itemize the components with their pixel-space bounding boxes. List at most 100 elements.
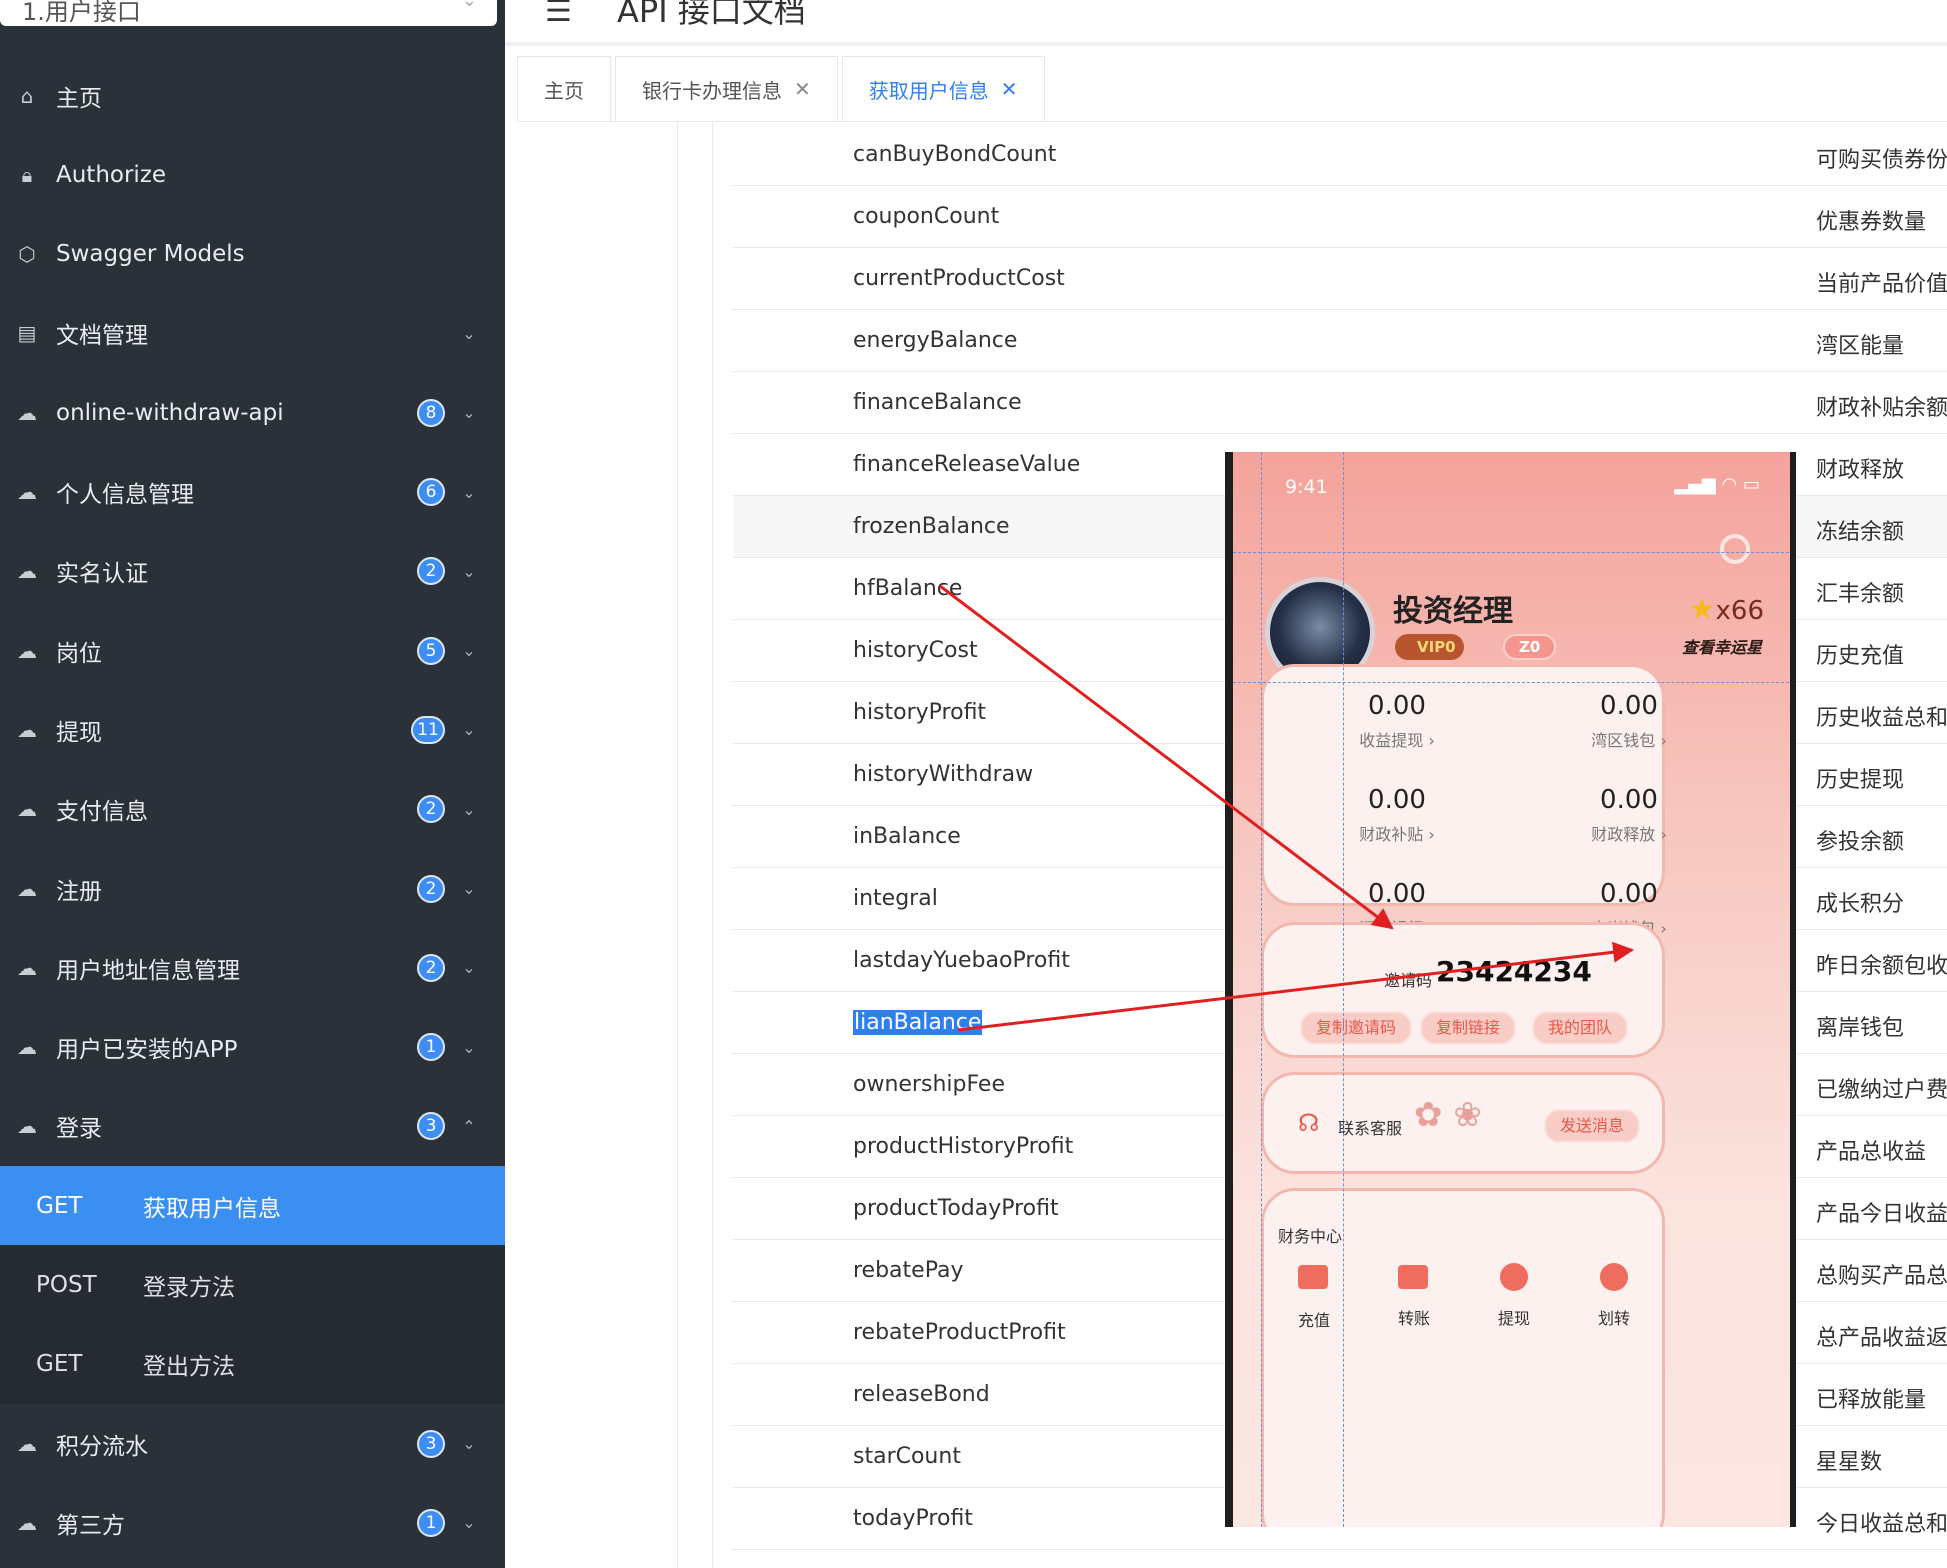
field-name: canBuyBondCount bbox=[853, 142, 1057, 167]
home-icon: ⌂ bbox=[20, 83, 34, 108]
chevron-up-icon: ⌃ bbox=[462, 1116, 476, 1136]
send-message-button[interactable]: 发送消息 bbox=[1544, 1109, 1641, 1143]
field-name: rebatePay bbox=[853, 1258, 964, 1283]
sidebar-item-label: online-withdraw-api bbox=[56, 399, 284, 426]
close-icon[interactable]: ✕ bbox=[1001, 77, 1018, 101]
group-select[interactable]: 1.用户接口 ⌄ bbox=[0, 0, 497, 26]
tab-label: 获取用户信息 bbox=[868, 78, 989, 103]
chevron-down-icon: ⌄ bbox=[462, 720, 476, 740]
sidebar-item[interactable]: ☁ 支付信息 2 ⌄ bbox=[0, 770, 505, 849]
sidebar-item[interactable]: ☁ 实名认证 2 ⌄ bbox=[0, 532, 505, 611]
cloud-api-icon: ☁ bbox=[17, 797, 37, 822]
close-icon[interactable]: ✕ bbox=[794, 77, 811, 101]
sidebar-item-label: 文档管理 bbox=[56, 323, 148, 350]
settings-icon[interactable] bbox=[1720, 534, 1750, 564]
sidebar-item[interactable]: ☁ 积分流水 3 ⌄ bbox=[0, 1404, 505, 1483]
phone-screenshot: 9:41 ▂▄▆ ◠ ▭ 投资经理 VIP0 Z0 ★x66 查看幸运星 0.0… bbox=[1225, 452, 1796, 1527]
balance-stat[interactable]: 0.00 财政补贴 › bbox=[1312, 785, 1482, 845]
sidebar-item-label: 积分流水 bbox=[56, 1433, 148, 1460]
field-name: historyWithdraw bbox=[853, 762, 1034, 787]
headset-icon: ☊ bbox=[1298, 1109, 1320, 1137]
finance-card: 财务中心 充值 转账 提现 划转 bbox=[1261, 1188, 1665, 1527]
tab[interactable]: 获取用户信息 ✕ bbox=[841, 56, 1045, 121]
table-row: energyBalance 湾区能量 bbox=[733, 310, 1947, 372]
cloud-api-icon: ☁ bbox=[17, 955, 37, 980]
sidebar-item[interactable]: ☁ 第三方 1 ⌄ bbox=[0, 1483, 505, 1562]
copy-invite-button[interactable]: 复制邀请码 bbox=[1300, 1011, 1413, 1045]
stat-label: 财政补贴 › bbox=[1359, 825, 1435, 844]
field-name: productTodayProfit bbox=[853, 1196, 1059, 1221]
document-icon: ▤ bbox=[17, 321, 37, 346]
sidebar-item[interactable]: 🔒︎ Authorize bbox=[0, 135, 505, 214]
http-method: GET bbox=[36, 1192, 83, 1219]
sidebar-item[interactable]: ☁ 注册 2 ⌄ bbox=[0, 849, 505, 928]
sidebar-item[interactable]: ▤ 文档管理 ⌄ bbox=[0, 294, 505, 373]
sidebar-item[interactable]: ☁ 岗位 5 ⌄ bbox=[0, 611, 505, 690]
field-description: 参投余额 bbox=[1816, 830, 1905, 855]
status-time: 9:41 bbox=[1285, 476, 1328, 498]
tab[interactable]: 主页 bbox=[517, 56, 611, 121]
status-icons: ▂▄▆ ◠ ▭ bbox=[1674, 474, 1760, 495]
sidebar-item[interactable]: ☁ 登录 3 ⌃ bbox=[0, 1087, 505, 1166]
balance-stat[interactable]: 0.00 财政释放 › bbox=[1544, 785, 1714, 845]
lucky-star-link[interactable]: 查看幸运星 bbox=[1682, 634, 1762, 658]
endpoint-label: 登录方法 bbox=[143, 1275, 235, 1301]
sidebar-item[interactable]: ⌂ 主页 bbox=[0, 56, 505, 135]
field-description: 今日收益总和 bbox=[1816, 1512, 1947, 1537]
api-endpoint-item[interactable]: GET 登出方法 bbox=[0, 1324, 505, 1404]
star-count[interactable]: ★x66 bbox=[1689, 592, 1764, 627]
field-name: inBalance bbox=[853, 824, 961, 849]
sidebar-item[interactable]: ☁ 提现 11 ⌄ bbox=[0, 690, 505, 769]
field-description: 优惠券数量 bbox=[1816, 210, 1927, 235]
cloud-api-icon: ☁ bbox=[17, 400, 37, 425]
field-description: 历史收益总和 bbox=[1816, 706, 1947, 731]
tab-label: 银行卡办理信息 bbox=[642, 78, 782, 103]
sidebar-item-label: 提现 bbox=[56, 719, 102, 746]
tab-bar: 主页 银行卡办理信息 ✕ 获取用户信息 ✕ bbox=[517, 56, 1049, 122]
sidebar-item[interactable]: ☁ 用户已安装的APP 1 ⌄ bbox=[0, 1008, 505, 1087]
sidebar-item-label: 登录 bbox=[56, 1116, 102, 1143]
balance-stat[interactable]: 0.00 湾区钱包 › bbox=[1544, 691, 1714, 751]
sidebar-item[interactable]: ⬡ Swagger Models bbox=[0, 215, 505, 294]
field-description: 成长积分 bbox=[1816, 892, 1905, 917]
count-badge: 1 bbox=[417, 1508, 445, 1537]
field-name: releaseBond bbox=[853, 1382, 990, 1407]
sidebar-item-label: 个人信息管理 bbox=[56, 482, 194, 508]
finance-convert[interactable]: 划转 bbox=[1598, 1305, 1630, 1329]
invite-card: 邀请码 23424234 复制邀请码 复制链接 我的团队 bbox=[1261, 922, 1665, 1058]
sidebar-item[interactable]: ☁ online-withdraw-api 8 ⌄ bbox=[0, 373, 505, 452]
tab[interactable]: 银行卡办理信息 ✕ bbox=[615, 56, 838, 121]
sidebar-item[interactable]: ☁ 用户地址信息管理 2 ⌄ bbox=[0, 928, 505, 1007]
sidebar-item[interactable]: ☁ 个人信息管理 6 ⌄ bbox=[0, 453, 505, 532]
recharge-icon bbox=[1298, 1265, 1328, 1289]
api-endpoint-item[interactable]: POST 登录方法 bbox=[0, 1245, 505, 1325]
service-label[interactable]: 联系客服 bbox=[1338, 1115, 1402, 1139]
table-row: couponCount 优惠券数量 bbox=[733, 186, 1947, 248]
chevron-down-icon: ⌄ bbox=[462, 561, 476, 581]
cloud-api-icon: ☁ bbox=[17, 1431, 37, 1456]
chevron-down-icon: ⌄ bbox=[462, 641, 476, 661]
finance-transfer[interactable]: 转账 bbox=[1398, 1305, 1430, 1329]
field-name: currentProductCost bbox=[853, 266, 1065, 291]
hamburger-icon[interactable]: ☰ bbox=[545, 0, 572, 29]
api-endpoint-item[interactable]: GET 获取用户信息 bbox=[0, 1166, 505, 1246]
balance-card: 0.00 收益提现 › 0.00 湾区钱包 › 0.00 财政补贴 › 0.00 财政释放 ›… bbox=[1261, 664, 1667, 938]
sidebar-item-label: 实名认证 bbox=[56, 561, 148, 588]
finance-withdraw[interactable]: 提现 bbox=[1498, 1305, 1530, 1329]
field-name: integral bbox=[853, 886, 938, 911]
sidebar-item-label: 主页 bbox=[56, 85, 102, 112]
finance-recharge[interactable]: 充值 bbox=[1298, 1307, 1330, 1331]
username: 投资经理 bbox=[1393, 594, 1513, 629]
http-method: POST bbox=[36, 1272, 97, 1298]
table-row: financeBalance 财政补贴余额 bbox=[733, 372, 1947, 434]
blossom-icon: ✿ ❀ bbox=[1414, 1095, 1482, 1135]
copy-link-button[interactable]: 复制链接 bbox=[1420, 1011, 1517, 1045]
stat-value: 0.00 bbox=[1368, 785, 1426, 815]
count-badge: 11 bbox=[411, 715, 445, 744]
my-team-button[interactable]: 我的团队 bbox=[1532, 1011, 1629, 1045]
sidebar-item-label: 用户已安装的APP bbox=[56, 1037, 238, 1064]
field-name: historyCost bbox=[853, 638, 978, 663]
stat-label: 湾区钱包 › bbox=[1591, 731, 1667, 750]
balance-stat[interactable]: 0.00 收益提现 › bbox=[1312, 691, 1482, 751]
field-description: 汇丰余额 bbox=[1816, 582, 1905, 607]
